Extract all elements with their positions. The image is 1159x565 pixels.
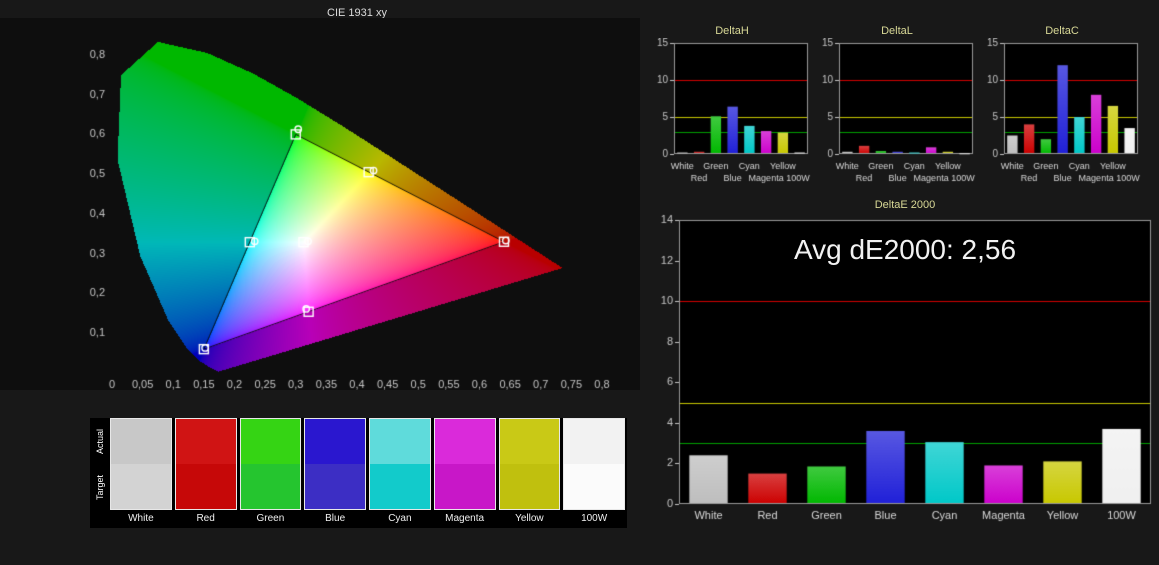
deltac-bar-chart-canvas [978,38,1143,188]
deltah-bar-chart-canvas [648,38,813,188]
deltae-panel: DeltaE 2000 Avg dE2000: 2,56 [655,198,1155,557]
swatch-patch [304,418,366,510]
swatch-patch [239,418,302,510]
swatch-column-label: Green [256,512,285,524]
swatch-column-label: Magenta [445,512,485,524]
swatch-patch [498,418,561,510]
swatch-actual-cell [111,419,171,464]
swatch-column-100w: 100W [563,418,625,528]
swatch-patch [110,418,172,510]
swatch-column-green: Green [239,418,302,528]
swatch-patch [174,418,237,510]
deltal-bar-chart-canvas [813,38,978,188]
swatch-actual-cell [434,419,495,464]
swatch-column-label: Yellow [515,512,544,524]
swatch-patch [433,418,496,510]
swatch-column-yellow: Yellow [498,418,561,528]
swatch-target-cell [240,464,301,509]
swatch-target-cell [499,464,560,509]
swatch-patch [369,418,431,510]
swatch-column-label: Red [196,512,215,524]
swatch-actual-cell [305,419,365,464]
swatch-column-label: White [128,512,154,524]
deltae-title: DeltaE 2000 [874,199,936,211]
swatch-columns: White Red Green Blue Cyan Magenta Yellow 100W [110,418,627,528]
deltah-title: DeltaH [715,25,749,37]
swatch-row-labels: Actual Target [90,418,110,528]
swatch-target-cell [370,464,430,509]
swatch-target-cell [434,464,495,509]
swatch-patch [563,418,625,510]
swatch-actual-cell [499,419,560,464]
deltac-title: DeltaC [1045,25,1079,37]
swatch-actual-cell [564,419,624,464]
row-label-target: Target [95,474,105,500]
swatch-column-red: Red [174,418,237,528]
cie-panel: CIE 1931 xy [0,0,640,400]
color-calibration-dashboard: CIE 1931 xy Actual Target White Red Green B… [0,0,1159,565]
swatch-actual-cell [175,419,236,464]
swatch-target-cell [111,464,171,509]
deltal-panel: DeltaL [813,24,981,188]
swatch-column-label: Blue [325,512,346,524]
swatch-table: Actual Target White Red Green Blue Cyan Magen… [90,418,627,528]
row-label-actual: Actual [95,428,105,454]
swatch-actual-cell [370,419,430,464]
swatch-target-cell [305,464,365,509]
swatch-column-label: 100W [581,512,608,524]
swatch-column-cyan: Cyan [369,418,431,528]
swatch-target-cell [564,464,624,509]
deltac-panel: DeltaC [978,24,1146,188]
swatch-target-cell [175,464,236,509]
swatch-column-label: Cyan [388,512,412,524]
swatch-column-magenta: Magenta [433,418,496,528]
deltae-bar-chart-canvas [655,212,1155,557]
cie-1931-diagram-canvas [0,18,640,390]
swatch-column-white: White [110,418,172,528]
deltah-panel: DeltaH [648,24,816,188]
swatch-column-blue: Blue [304,418,366,528]
deltal-title: DeltaL [881,25,913,37]
swatch-actual-cell [240,419,301,464]
